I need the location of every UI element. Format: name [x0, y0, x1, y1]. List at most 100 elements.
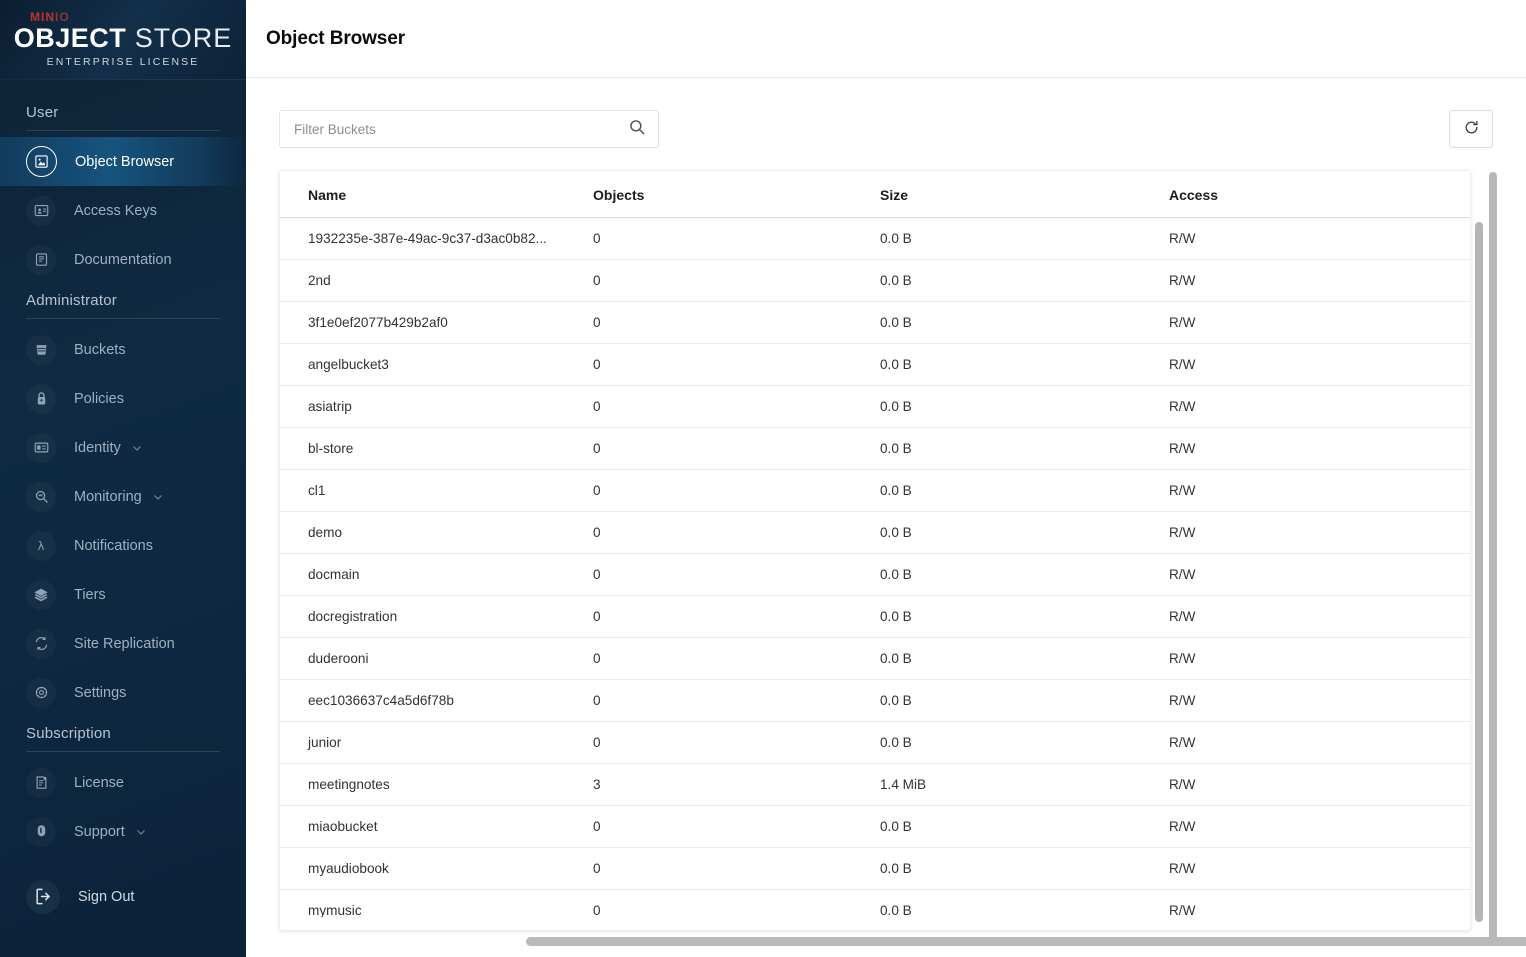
- brand-min: MIN: [30, 10, 55, 24]
- chevron-down-icon[interactable]: [152, 491, 164, 503]
- table-row[interactable]: miaobucket 0 0.0 B R/W: [280, 805, 1470, 848]
- app-root: MINIO OBJECT STORE ENTERPRISE LICENSE Us…: [0, 0, 1526, 957]
- sidebar-item-license[interactable]: License: [0, 758, 246, 807]
- layers-icon: [26, 580, 56, 610]
- sidebar-item-notifications[interactable]: λ Notifications: [0, 521, 246, 570]
- cell-objects: 0: [593, 805, 880, 848]
- table-row[interactable]: bl-store 0 0.0 B R/W: [280, 427, 1470, 470]
- cell-size: 0.0 B: [880, 385, 1169, 428]
- cell-bucket-name: angelbucket3: [280, 343, 594, 386]
- cell-access: R/W: [1168, 469, 1470, 512]
- table-row[interactable]: eec1036637c4a5d6f78b 0 0.0 B R/W: [280, 679, 1470, 722]
- cell-bucket-name: eec1036637c4a5d6f78b: [280, 679, 594, 722]
- chevron-down-icon[interactable]: [131, 442, 143, 454]
- sidebar-item-settings[interactable]: Settings: [0, 668, 246, 717]
- toolbar: [279, 110, 1493, 148]
- lambda-icon: λ: [26, 531, 56, 561]
- table-row[interactable]: 1932235e-387e-49ac-9c37-d3ac0b82... 0 0.0 …: [280, 217, 1470, 260]
- page-content: Name Objects Size Access 1932235e-387e-4…: [246, 78, 1526, 931]
- documentation-icon: [26, 245, 56, 275]
- cell-objects: 0: [593, 469, 880, 512]
- cell-bucket-name: docregistration: [280, 595, 594, 638]
- sidebar: MINIO OBJECT STORE ENTERPRISE LICENSE Us…: [0, 0, 246, 957]
- cell-objects: 0: [593, 217, 880, 260]
- chevron-down-icon[interactable]: [135, 826, 147, 838]
- column-header-objects[interactable]: Objects: [593, 171, 880, 218]
- table-row[interactable]: asiatrip 0 0.0 B R/W: [280, 385, 1470, 428]
- cell-bucket-name: myaudiobook: [280, 847, 594, 890]
- column-header-access[interactable]: Access: [1168, 171, 1470, 218]
- table-row[interactable]: mymusic 0 0.0 B R/W: [280, 889, 1470, 917]
- sidebar-item-monitoring[interactable]: Monitoring: [0, 472, 246, 521]
- column-header-size[interactable]: Size: [880, 171, 1169, 218]
- cell-objects: 0: [593, 889, 880, 917]
- cell-size: 0.0 B: [880, 217, 1169, 260]
- search-icon[interactable]: [628, 118, 646, 141]
- cell-bucket-name: duderooni: [280, 637, 594, 680]
- table-row[interactable]: meetingnotes 3 1.4 MiB R/W: [280, 763, 1470, 806]
- license-icon: [26, 768, 56, 798]
- buckets-table-body: 1932235e-387e-49ac-9c37-d3ac0b82... 0 0.0 …: [280, 217, 1470, 917]
- cell-objects: 0: [593, 511, 880, 554]
- table-row[interactable]: duderooni 0 0.0 B R/W: [280, 637, 1470, 680]
- cell-access: R/W: [1168, 553, 1470, 596]
- table-row[interactable]: cl1 0 0.0 B R/W: [280, 469, 1470, 512]
- main-area: Object Browser Filter Buckets Name Objec…: [246, 0, 1526, 957]
- table-row[interactable]: junior 0 0.0 B R/W: [280, 721, 1470, 764]
- cell-access: R/W: [1168, 847, 1470, 890]
- sidebar-item-sign-out[interactable]: Sign Out: [0, 872, 246, 921]
- filter-buckets-field[interactable]: [279, 110, 659, 148]
- sidebar-item-identity[interactable]: Identity: [0, 423, 246, 472]
- cell-access: R/W: [1168, 217, 1470, 260]
- table-row[interactable]: docregistration 0 0.0 B R/W: [280, 595, 1470, 638]
- object-browser-icon: [26, 146, 57, 177]
- refresh-button[interactable]: [1449, 110, 1493, 148]
- cell-bucket-name: 1932235e-387e-49ac-9c37-d3ac0b82...: [280, 217, 594, 260]
- sign-out-icon: [26, 879, 60, 914]
- buckets-table-card: Name Objects Size Access 1932235e-387e-4…: [279, 170, 1471, 931]
- table-row[interactable]: docmain 0 0.0 B R/W: [280, 553, 1470, 596]
- cell-size: 0.0 B: [880, 637, 1169, 680]
- cell-size: 0.0 B: [880, 301, 1169, 344]
- sidebar-item-label: Notifications: [74, 537, 153, 554]
- table-row[interactable]: 3f1e0ef2077b429b2af0 0 0.0 B R/W: [280, 301, 1470, 344]
- table-row[interactable]: demo 0 0.0 B R/W: [280, 511, 1470, 554]
- sidebar-item-object-browser[interactable]: Object Browser: [0, 137, 246, 186]
- table-row[interactable]: 2nd 0 0.0 B R/W: [280, 259, 1470, 302]
- sidebar-item-support[interactable]: Support: [0, 807, 246, 856]
- gear-icon: [26, 678, 56, 708]
- cell-bucket-name: junior: [280, 721, 594, 764]
- sidebar-divider: [26, 130, 220, 131]
- sidebar-item-site-replication[interactable]: Site Replication: [0, 619, 246, 668]
- sidebar-item-label: Documentation: [74, 251, 172, 268]
- cell-access: R/W: [1168, 637, 1470, 680]
- cell-access: R/W: [1168, 511, 1470, 554]
- table-row[interactable]: myaudiobook 0 0.0 B R/W: [280, 847, 1470, 890]
- sidebar-section-administrator-title: Administrator: [26, 292, 117, 309]
- horizontal-scrollbar[interactable]: [526, 937, 1526, 946]
- table-row[interactable]: angelbucket3 0 0.0 B R/W: [280, 343, 1470, 386]
- cell-objects: 0: [593, 259, 880, 302]
- cell-objects: 0: [593, 847, 880, 890]
- sidebar-item-buckets[interactable]: Buckets: [0, 325, 246, 374]
- access-keys-icon: [26, 196, 56, 226]
- sidebar-item-documentation[interactable]: Documentation: [0, 235, 246, 284]
- cell-bucket-name: miaobucket: [280, 805, 594, 848]
- sidebar-item-access-keys[interactable]: Access Keys: [0, 186, 246, 235]
- sidebar-item-policies[interactable]: Policies: [0, 374, 246, 423]
- search-input[interactable]: [294, 121, 628, 137]
- cell-access: R/W: [1168, 301, 1470, 344]
- brand-io: IO: [55, 10, 70, 24]
- bucket-icon: [26, 335, 56, 365]
- sidebar-item-tiers[interactable]: Tiers: [0, 570, 246, 619]
- page-vertical-scrollbar[interactable]: [1489, 172, 1497, 942]
- sidebar-section-subscription-title: Subscription: [26, 725, 111, 742]
- table-vertical-scrollbar[interactable]: [1475, 222, 1483, 922]
- cell-objects: 0: [593, 343, 880, 386]
- brand-logo[interactable]: MINIO OBJECT STORE ENTERPRISE LICENSE: [0, 0, 246, 80]
- buckets-table: Name Objects Size Access 1932235e-387e-4…: [280, 171, 1470, 917]
- cell-access: R/W: [1168, 595, 1470, 638]
- column-header-name[interactable]: Name: [280, 171, 594, 218]
- buckets-table-scroll[interactable]: Name Objects Size Access 1932235e-387e-4…: [280, 171, 1470, 917]
- cell-size: 0.0 B: [880, 259, 1169, 302]
